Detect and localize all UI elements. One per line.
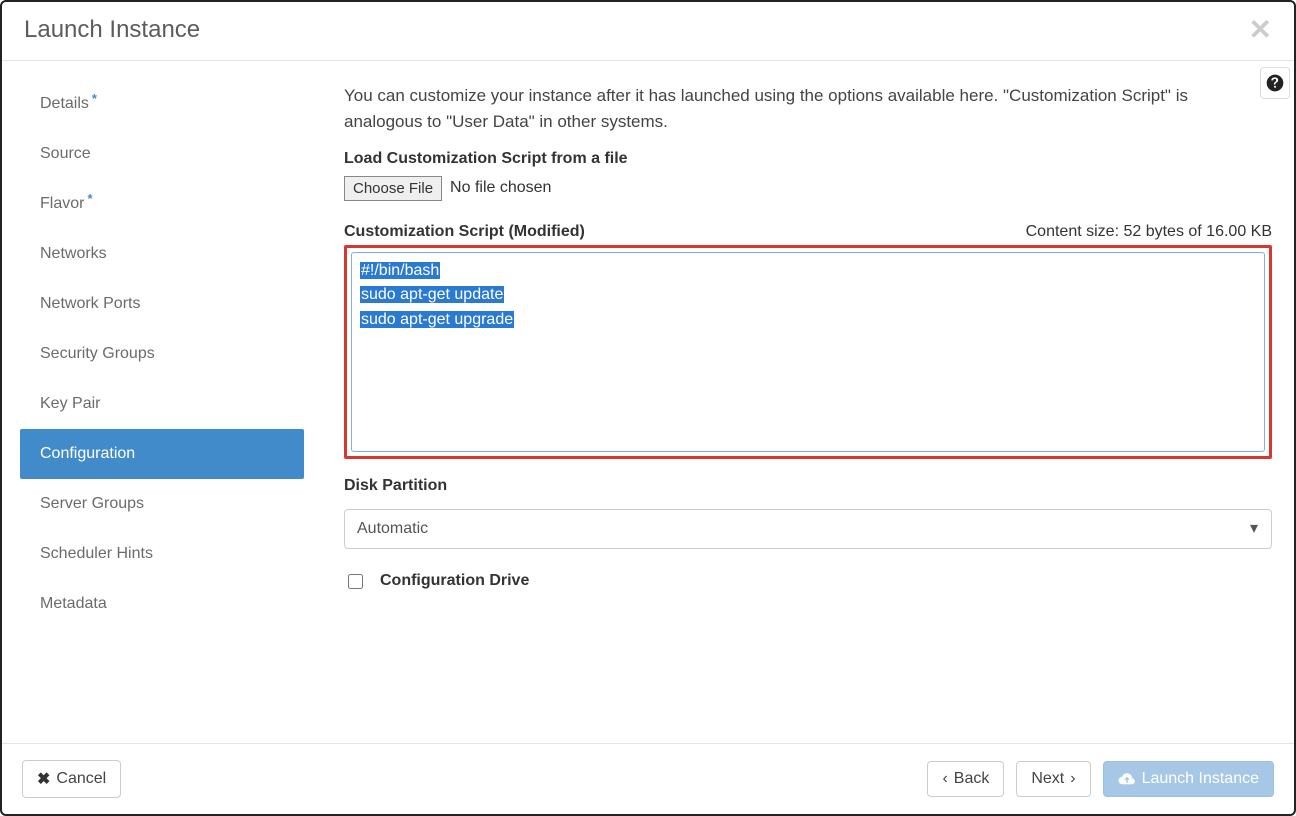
- question-circle-icon: [1265, 73, 1285, 93]
- launch-button-label: Launch Instance: [1142, 770, 1259, 788]
- sidebar-item-label: Flavor: [40, 195, 84, 213]
- back-button[interactable]: ‹ Back: [927, 761, 1004, 797]
- sidebar-item-scheduler-hints[interactable]: Scheduler Hints: [20, 529, 304, 579]
- sidebar-item-label: Network Ports: [40, 295, 140, 313]
- sidebar-item-details[interactable]: Details*: [20, 79, 304, 129]
- wizard-sidebar: Details* Source Flavor* Networks Network…: [2, 61, 322, 743]
- sidebar-item-source[interactable]: Source: [20, 129, 304, 179]
- disk-partition-select[interactable]: Automatic: [344, 509, 1272, 549]
- chevron-left-icon: ‹: [942, 770, 947, 788]
- file-status-text: No file chosen: [450, 179, 551, 197]
- modal-header: Launch Instance ✕: [2, 2, 1294, 61]
- modal-body: Details* Source Flavor* Networks Network…: [2, 61, 1294, 743]
- modal-title: Launch Instance: [24, 16, 200, 44]
- help-button[interactable]: [1260, 67, 1290, 99]
- sidebar-item-network-ports[interactable]: Network Ports: [20, 279, 304, 329]
- back-button-label: Back: [954, 770, 990, 788]
- script-line: sudo apt-get upgrade: [360, 311, 514, 328]
- cancel-button-label: Cancel: [56, 770, 106, 788]
- required-star-icon: *: [87, 191, 92, 206]
- close-icon[interactable]: ✕: [1249, 16, 1272, 44]
- x-icon: ✖: [37, 769, 50, 789]
- required-star-icon: *: [92, 91, 97, 106]
- sidebar-item-flavor[interactable]: Flavor*: [20, 179, 304, 229]
- modal-footer: ✖ Cancel ‹ Back Next › Launch Instance: [2, 743, 1294, 814]
- config-drive-label: Configuration Drive: [380, 572, 529, 590]
- sidebar-item-label: Server Groups: [40, 495, 144, 513]
- sidebar-item-label: Scheduler Hints: [40, 545, 153, 563]
- sidebar-item-metadata[interactable]: Metadata: [20, 579, 304, 629]
- configuration-panel: You can customize your instance after it…: [322, 61, 1294, 743]
- script-header-row: Customization Script (Modified) Content …: [344, 223, 1272, 241]
- script-line: sudo apt-get update: [360, 286, 504, 303]
- choose-file-button[interactable]: Choose File: [344, 176, 442, 201]
- sidebar-item-label: Details: [40, 95, 89, 113]
- sidebar-item-label: Networks: [40, 245, 107, 263]
- sidebar-item-security-groups[interactable]: Security Groups: [20, 329, 304, 379]
- launch-instance-modal: Launch Instance ✕ Details* Source Flavor…: [0, 0, 1296, 816]
- script-line: #!/bin/bash: [360, 262, 440, 279]
- sidebar-item-configuration[interactable]: Configuration: [20, 429, 304, 479]
- footer-right-buttons: ‹ Back Next › Launch Instance: [927, 761, 1274, 797]
- panel-intro-text: You can customize your instance after it…: [344, 83, 1244, 136]
- sidebar-item-server-groups[interactable]: Server Groups: [20, 479, 304, 529]
- customization-script-input[interactable]: #!/bin/bash sudo apt-get update sudo apt-g…: [351, 252, 1265, 452]
- cloud-upload-icon: [1118, 772, 1136, 786]
- cancel-button[interactable]: ✖ Cancel: [22, 760, 121, 798]
- file-input-row: Choose File No file chosen: [344, 176, 1272, 201]
- config-drive-row: Configuration Drive: [344, 571, 1272, 592]
- script-highlight-box: #!/bin/bash sudo apt-get update sudo apt-g…: [344, 245, 1272, 459]
- sidebar-item-label: Source: [40, 145, 91, 163]
- content-size-text: Content size: 52 bytes of 16.00 KB: [1026, 223, 1272, 241]
- load-script-label: Load Customization Script from a file: [344, 150, 1272, 168]
- sidebar-item-label: Security Groups: [40, 345, 155, 363]
- sidebar-item-networks[interactable]: Networks: [20, 229, 304, 279]
- disk-partition-label: Disk Partition: [344, 477, 1272, 495]
- disk-partition-select-wrap: Automatic ▾: [344, 503, 1272, 549]
- config-drive-checkbox[interactable]: [348, 574, 363, 589]
- next-button-label: Next: [1031, 770, 1064, 788]
- next-button[interactable]: Next ›: [1016, 761, 1090, 797]
- sidebar-item-label: Metadata: [40, 595, 107, 613]
- sidebar-item-label: Key Pair: [40, 395, 100, 413]
- launch-instance-button[interactable]: Launch Instance: [1103, 761, 1274, 797]
- chevron-right-icon: ›: [1070, 770, 1075, 788]
- sidebar-item-key-pair[interactable]: Key Pair: [20, 379, 304, 429]
- sidebar-item-label: Configuration: [40, 445, 135, 463]
- customization-script-label: Customization Script (Modified): [344, 223, 585, 241]
